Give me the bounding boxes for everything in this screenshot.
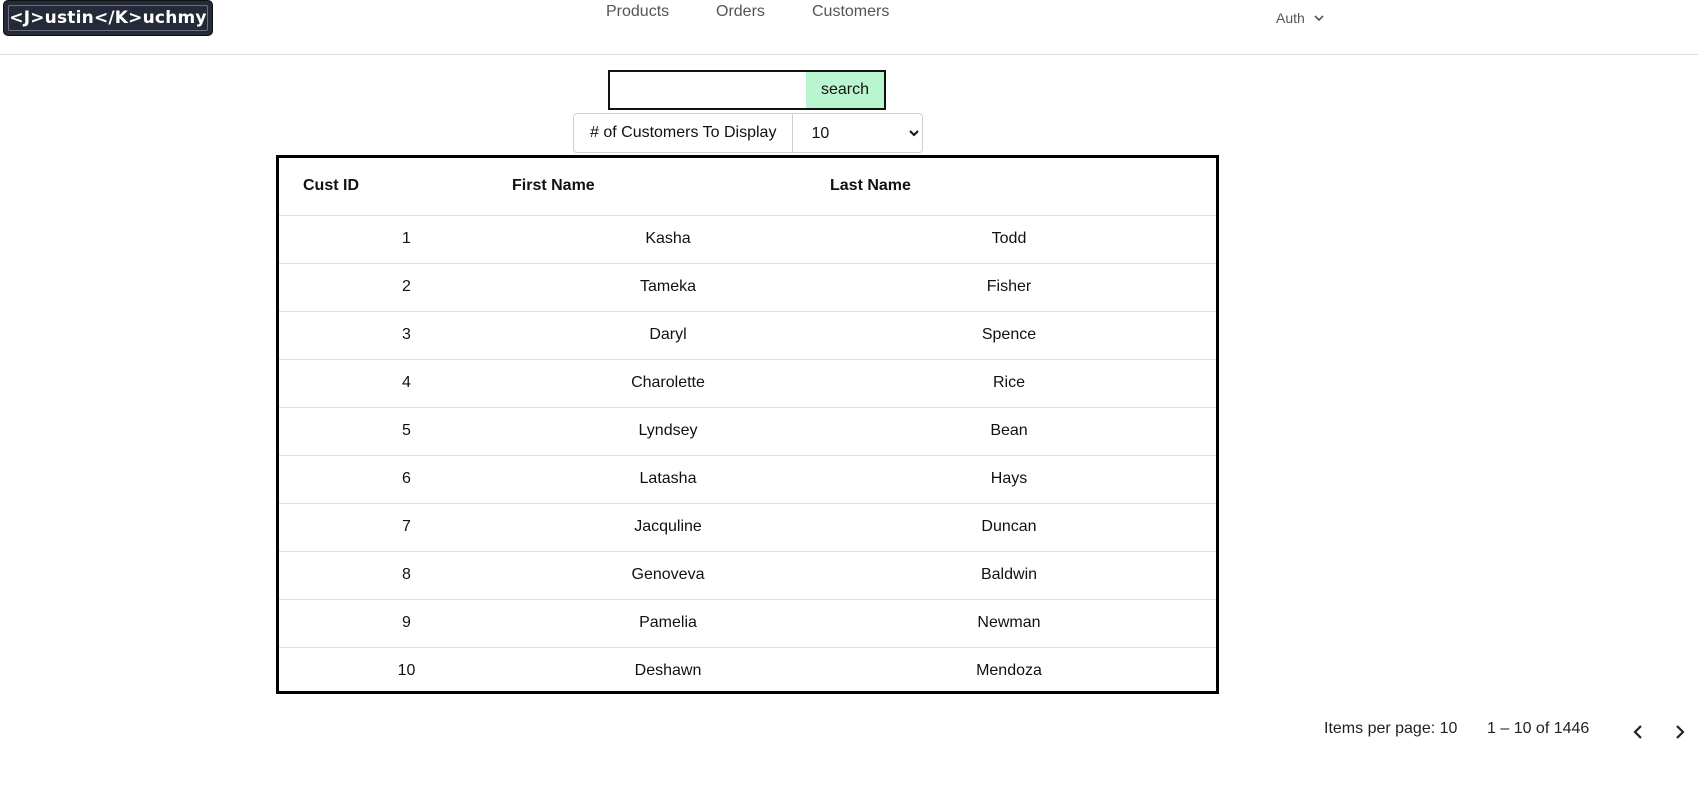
auth-dropdown[interactable]: Auth (1276, 10, 1325, 26)
cell-cust-id: 7 (402, 518, 411, 535)
cell-last-name: Rice (992, 374, 1025, 391)
cell-last-name: Hays (990, 470, 1028, 487)
customers-table: Cust ID First Name Last Name 1 Kasha Todd 2… (276, 155, 1219, 694)
next-page-button[interactable] (1664, 717, 1694, 747)
table-row: 3 Daryl Spence (279, 311, 1216, 360)
table-row: 7 Jacquline Duncan (279, 503, 1216, 552)
table-row: 6 Latasha Hays (279, 455, 1216, 504)
cell-last-name: Mendoza (976, 662, 1042, 679)
cell-cust-id: 2 (402, 278, 411, 295)
cell-first-name: Pamelia (639, 614, 697, 631)
table-row: 10 Deshawn Mendoza (279, 647, 1216, 695)
cell-last-name: Bean (990, 422, 1028, 439)
table-row: 5 Lyndsey Bean (279, 407, 1216, 456)
cell-first-name: Latasha (639, 470, 697, 487)
nav-products[interactable]: Products (606, 3, 669, 21)
column-header-last-name[interactable]: Last Name (830, 177, 911, 195)
cell-first-name: Daryl (649, 326, 687, 343)
cell-cust-id: 1 (402, 230, 411, 247)
cell-cust-id: 6 (402, 470, 411, 487)
display-count-select[interactable]: 10 (793, 113, 924, 153)
navbar: <J>ustin</K>uchmy Products Orders Custom… (0, 0, 1698, 55)
search-bar: search (608, 70, 886, 110)
search-button[interactable]: search (806, 72, 884, 108)
chevron-down-icon (1314, 15, 1324, 22)
cell-first-name: Lyndsey (638, 422, 698, 439)
table-row: 1 Kasha Todd (279, 215, 1216, 264)
cell-last-name: Todd (991, 230, 1027, 247)
table-header: Cust ID First Name Last Name (279, 158, 1216, 216)
cell-first-name: Kasha (645, 230, 691, 247)
cell-cust-id: 8 (402, 566, 411, 583)
cell-first-name: Genoveva (631, 566, 705, 583)
table-row: 4 Charolette Rice (279, 359, 1216, 408)
cell-first-name: Charolette (631, 374, 705, 391)
cell-last-name: Duncan (981, 518, 1037, 535)
cell-cust-id: 10 (397, 662, 416, 679)
auth-label: Auth (1276, 10, 1305, 26)
chevron-right-icon (1676, 725, 1685, 739)
page-range-label: 1 – 10 of 1446 (1487, 720, 1590, 737)
items-per-page-label: Items per page: 10 (1324, 720, 1458, 737)
table-row: 2 Tameka Fisher (279, 263, 1216, 312)
table-row: 9 Pamelia Newman (279, 599, 1216, 648)
cell-last-name: Spence (981, 326, 1037, 343)
display-count-group: # of Customers To Display 10 (573, 113, 924, 153)
logo-text: <J>ustin</K>uchmy (8, 5, 208, 31)
display-count-label: # of Customers To Display (573, 113, 794, 153)
column-header-first-name[interactable]: First Name (512, 177, 595, 195)
cell-first-name: Deshawn (634, 662, 702, 679)
nav-customers[interactable]: Customers (812, 3, 889, 21)
table-row: 8 Genoveva Baldwin (279, 551, 1216, 600)
cell-cust-id: 5 (402, 422, 411, 439)
cell-cust-id: 4 (402, 374, 411, 391)
previous-page-button[interactable] (1624, 717, 1654, 747)
cell-cust-id: 9 (402, 614, 411, 631)
cell-cust-id: 3 (402, 326, 411, 343)
cell-last-name: Newman (977, 614, 1041, 631)
cell-last-name: Baldwin (980, 566, 1038, 583)
logo[interactable]: <J>ustin</K>uchmy (4, 1, 212, 35)
cell-first-name: Tameka (639, 278, 697, 295)
cell-first-name: Jacquline (634, 518, 702, 535)
cell-last-name: Fisher (986, 278, 1032, 295)
column-header-cust-id[interactable]: Cust ID (303, 177, 359, 195)
chevron-left-icon (1633, 725, 1642, 739)
search-input[interactable] (610, 72, 806, 108)
nav-orders[interactable]: Orders (716, 3, 765, 21)
